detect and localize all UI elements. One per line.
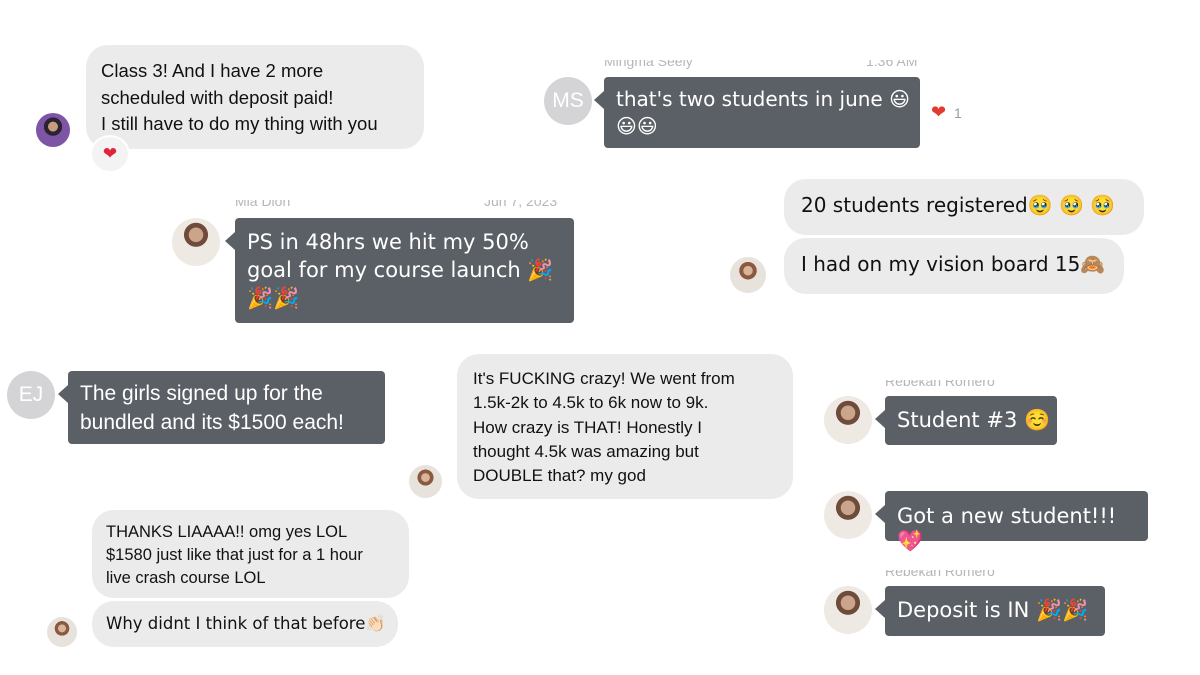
message-line: 😃😃 bbox=[616, 114, 658, 138]
message-bubble[interactable]: Got a new student!!! 💖 bbox=[875, 491, 1148, 553]
message-line: I had on my vision board 15🙈 bbox=[801, 252, 1106, 276]
like-count: 1 bbox=[954, 105, 962, 121]
avatar[interactable] bbox=[172, 218, 220, 266]
timestamp: Jun 7, 2023 bbox=[484, 200, 558, 209]
message-line: THANKS LIAAAA!! omg yes LOL bbox=[106, 523, 348, 541]
avatar[interactable] bbox=[47, 617, 77, 647]
message-text: Deposit is IN 🎉🎉 bbox=[897, 598, 1089, 622]
message-bubble[interactable]: 20 students registered🥹 🥹 🥹 bbox=[784, 179, 1144, 235]
message-bubble[interactable]: that's two students in june 😃 😃😃 bbox=[594, 77, 920, 148]
message-line: DOUBLE that? my god bbox=[473, 466, 646, 486]
sender-name: Rebekah Romero bbox=[885, 380, 995, 389]
message-bubble[interactable]: It's FUCKING crazy! We went from 1.5k-2k… bbox=[457, 354, 793, 499]
sender-name: Rebekah Romero bbox=[885, 570, 995, 579]
message-line: I still have to do my thing with you bbox=[101, 113, 378, 134]
message-bubble[interactable]: PS in 48hrs we hit my 50% goal for my co… bbox=[225, 218, 574, 323]
avatar[interactable] bbox=[409, 465, 442, 498]
avatar[interactable] bbox=[730, 257, 766, 293]
avatar[interactable]: MS bbox=[544, 77, 592, 125]
message-bubble[interactable]: Class 3! And I have 2 more scheduled wit… bbox=[86, 45, 424, 149]
message-line: Why didnt I think of that before👏🏻 bbox=[106, 614, 386, 633]
message-line: 20 students registered🥹 🥹 🥹 bbox=[801, 193, 1116, 217]
message-line: thought 4.5k was amazing but bbox=[473, 441, 699, 461]
message-bubble[interactable]: Deposit is IN 🎉🎉 bbox=[875, 586, 1105, 636]
message-line: Class 3! And I have 2 more bbox=[101, 60, 324, 81]
like-heart-icon[interactable]: ❤ bbox=[931, 102, 946, 123]
message-line: goal for my course launch 🎉 bbox=[247, 258, 554, 282]
message-line: How crazy is THAT! Honestly I bbox=[473, 417, 702, 437]
message-line: scheduled with deposit paid! bbox=[101, 86, 334, 108]
sender-name: Mingma Seely bbox=[604, 60, 693, 69]
message-line: 🎉🎉 bbox=[247, 286, 300, 310]
avatar[interactable] bbox=[824, 586, 872, 634]
heart-reaction-icon[interactable]: ❤ bbox=[92, 137, 128, 171]
sender-name: Mia Dion bbox=[235, 200, 291, 209]
message-bubble[interactable]: THANKS LIAAAA!! omg yes LOL $1580 just l… bbox=[92, 510, 409, 598]
message-line: PS in 48hrs we hit my 50% bbox=[247, 230, 529, 254]
message-bubble[interactable]: Student #3 ☺️ bbox=[875, 396, 1057, 445]
message-bubble[interactable]: Why didnt I think of that before👏🏻 bbox=[92, 601, 398, 647]
avatar[interactable] bbox=[824, 491, 872, 539]
message-bubble[interactable]: I had on my vision board 15🙈 bbox=[784, 238, 1124, 294]
message-text: Student #3 ☺️ bbox=[897, 408, 1051, 432]
message-line: The girls signed up for the bbox=[80, 382, 323, 405]
avatar[interactable]: EJ bbox=[7, 371, 55, 419]
message-text: Got a new student!!! 💖 bbox=[897, 504, 1117, 553]
message-line: live crash course LOL bbox=[106, 569, 266, 587]
message-line: $1580 just like that just for a 1 hour bbox=[106, 546, 363, 564]
message-bubble[interactable]: The girls signed up for the bundled and … bbox=[58, 371, 385, 444]
message-line: It's FUCKING crazy! We went from bbox=[473, 369, 735, 388]
message-line: 1.5k-2k to 4.5k to 6k now to 9k. bbox=[473, 393, 709, 413]
message-line: that's two students in june 😃 bbox=[616, 87, 910, 111]
timestamp: 1:36 AM bbox=[866, 60, 918, 69]
avatar[interactable] bbox=[36, 113, 70, 147]
message-line: bundled and its $1500 each! bbox=[80, 411, 344, 434]
avatar[interactable] bbox=[824, 396, 872, 444]
